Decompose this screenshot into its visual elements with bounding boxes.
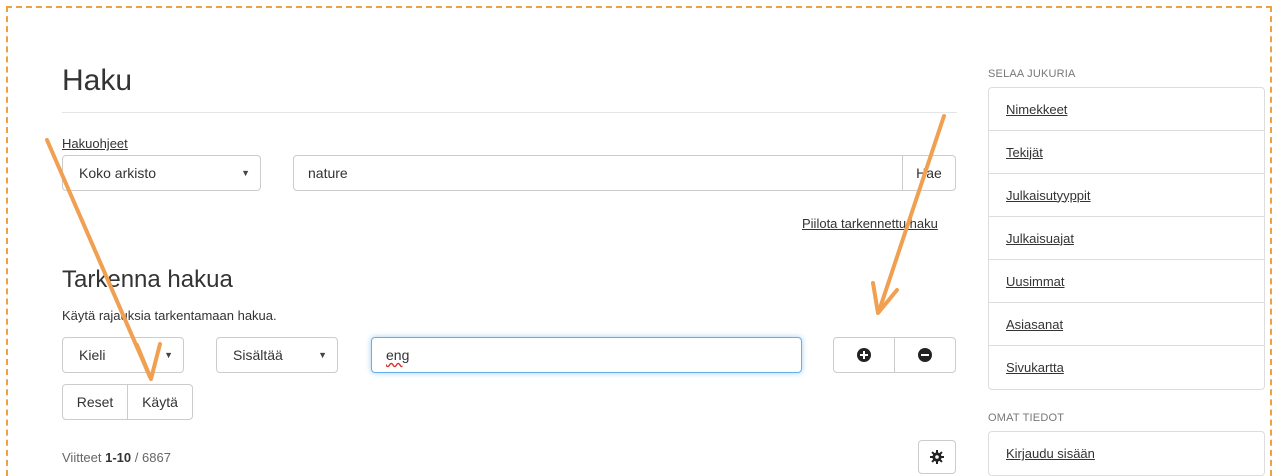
arrow-head-apply [135,342,162,381]
arrow-to-add-filter [877,114,946,313]
annotation-arrows [45,114,946,381]
arrow-to-apply [45,138,152,379]
